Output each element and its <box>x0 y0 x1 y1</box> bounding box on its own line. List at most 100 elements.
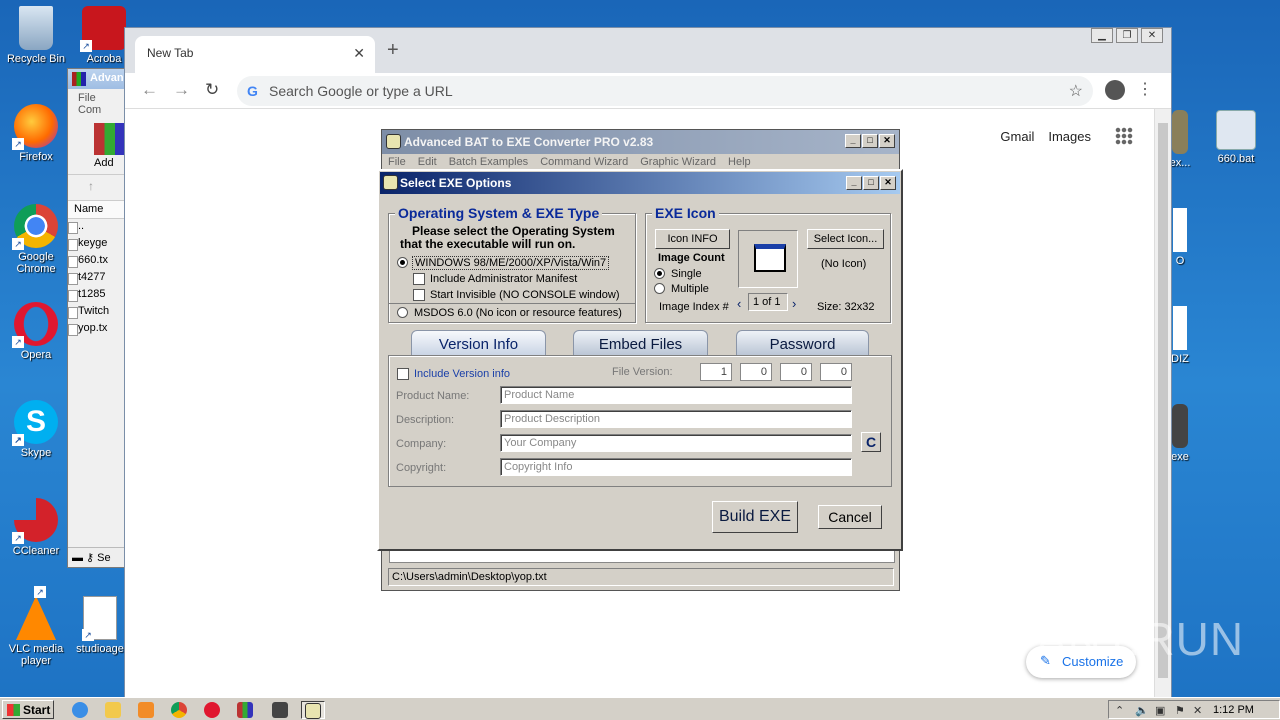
omnibox[interactable]: G Search Google or type a URL ☆ <box>237 76 1093 106</box>
single-radio[interactable] <box>654 268 665 279</box>
minimize-icon[interactable]: _ <box>846 176 862 190</box>
volume-icon[interactable]: 🔈 <box>1135 704 1149 717</box>
icon-info-button[interactable]: Icon INFO <box>655 229 730 249</box>
include-version-label[interactable]: Include Version info <box>414 368 510 380</box>
cancel-button[interactable]: Cancel <box>818 505 882 529</box>
menu-file[interactable]: File <box>388 156 406 170</box>
desktop-icon-ccleaner[interactable]: CCleaner <box>0 498 72 557</box>
description-field[interactable]: Product Description <box>500 410 852 428</box>
tab-password[interactable]: Password <box>736 330 869 356</box>
menu-help[interactable]: Help <box>728 156 751 170</box>
file-version-major[interactable]: 1 <box>700 363 732 381</box>
copyright-field[interactable]: Copyright Info <box>500 458 852 476</box>
maximize-icon[interactable]: □ <box>863 176 879 190</box>
windows-option-label[interactable]: WINDOWS 98/ME/2000/XP/Vista/Win7 <box>412 256 610 270</box>
taskbar-app[interactable] <box>268 701 292 719</box>
menu-batch-examples[interactable]: Batch Examples <box>449 156 528 170</box>
close-tab-icon[interactable]: ✕ <box>353 45 365 62</box>
taskbar-media[interactable] <box>134 701 158 719</box>
file-version-minor[interactable]: 0 <box>740 363 772 381</box>
taskbar-opera[interactable] <box>200 701 224 719</box>
desktop-icon-firefox[interactable]: Firefox <box>0 104 72 163</box>
desktop-icon-recycle-bin[interactable]: Recycle Bin <box>0 6 72 65</box>
company-field[interactable]: Your Company <box>500 434 852 452</box>
tray-expand-icon[interactable]: ⌃ <box>1115 704 1124 717</box>
multiple-radio[interactable] <box>654 283 665 294</box>
page-scrollbar[interactable] <box>1154 109 1171 697</box>
maximize-icon[interactable]: ❐ <box>1116 28 1138 43</box>
admin-manifest-checkbox[interactable] <box>413 273 425 285</box>
bookmark-star-icon[interactable]: ☆ <box>1069 81 1083 101</box>
back-icon[interactable]: ← <box>141 80 158 100</box>
start-invisible-label[interactable]: Start Invisible (NO CONSOLE window) <box>430 289 620 301</box>
list-item[interactable]: t4277 <box>68 270 124 287</box>
file-version-build[interactable]: 0 <box>780 363 812 381</box>
desktop-icon-vlc[interactable]: VLC media player <box>0 586 72 667</box>
gmail-link[interactable]: Gmail <box>1000 129 1034 144</box>
desktop-icon-opera[interactable]: Opera <box>0 302 72 361</box>
list-item[interactable]: t1285 <box>68 287 124 304</box>
new-tab-icon[interactable]: + <box>387 39 399 62</box>
desktop-icon-660-bat[interactable]: 660.bat <box>1200 110 1272 165</box>
tab-embed-files[interactable]: Embed Files <box>573 330 708 356</box>
msdos-option-label[interactable]: MSDOS 6.0 (No icon or resource features) <box>414 307 622 319</box>
close-icon[interactable]: ✕ <box>880 176 896 190</box>
copyright-symbol-button[interactable]: C <box>861 432 881 452</box>
menu-graphic-wizard[interactable]: Graphic Wizard <box>640 156 716 170</box>
product-name-field[interactable]: Product Name <box>500 386 852 404</box>
multiple-label[interactable]: Multiple <box>671 283 709 295</box>
account-icon[interactable] <box>1105 80 1125 100</box>
apps-grid-icon[interactable] <box>1115 127 1133 145</box>
msdos-radio[interactable] <box>397 307 408 318</box>
taskbar-ie[interactable] <box>68 701 92 719</box>
include-version-checkbox[interactable] <box>397 368 409 380</box>
menu-command-wizard[interactable]: Command Wizard <box>540 156 628 170</box>
file-version-revision[interactable]: 0 <box>820 363 852 381</box>
build-exe-button[interactable]: Build EXE <box>712 501 798 533</box>
tab-version-info[interactable]: Version Info <box>411 330 546 356</box>
desktop-icon-skype[interactable]: S Skype <box>0 400 72 459</box>
admin-manifest-label[interactable]: Include Administrator Manifest <box>430 273 577 285</box>
winrar-window[interactable]: Advan File Com Add ↑ Name .. keyge 660.t… <box>67 68 125 568</box>
menu-kebab-icon[interactable]: ⋮ <box>1137 79 1153 99</box>
single-label[interactable]: Single <box>671 268 702 280</box>
close-icon[interactable]: ✕ <box>1141 28 1163 43</box>
list-item[interactable]: Twitch <box>68 304 124 321</box>
clock[interactable]: 1:12 PM <box>1213 704 1254 716</box>
select-icon-button[interactable]: Select Icon... <box>807 229 884 249</box>
desktop-icon-studioage[interactable]: studioage <box>70 596 130 655</box>
tab-new-tab[interactable]: New Tab ✕ <box>135 36 375 73</box>
taskbar-chrome[interactable] <box>167 701 191 719</box>
reload-icon[interactable]: ↻ <box>205 80 219 100</box>
menu-file[interactable]: File <box>78 92 96 104</box>
taskbar-explorer[interactable] <box>101 701 125 719</box>
forward-icon[interactable]: → <box>173 80 190 100</box>
taskbar-winrar[interactable] <box>233 701 257 719</box>
menu-edit[interactable]: Edit <box>418 156 437 170</box>
taskbar-bat-converter[interactable] <box>301 701 325 719</box>
menu-commands[interactable]: Com <box>78 104 101 116</box>
column-header-name[interactable]: Name <box>68 201 124 219</box>
list-item[interactable]: 660.tx <box>68 253 124 270</box>
scrollbar-thumb[interactable] <box>1158 123 1168 678</box>
flag-icon[interactable]: ⚑ <box>1175 704 1185 717</box>
desktop-icon-chrome[interactable]: Google Chrome <box>0 204 72 275</box>
action-center-icon[interactable]: ✕ <box>1193 704 1202 717</box>
prev-index-icon[interactable]: ‹ <box>737 296 741 311</box>
start-invisible-checkbox[interactable] <box>413 289 425 301</box>
winrar-add-button[interactable]: Add <box>68 119 124 175</box>
minimize-icon[interactable]: ▁ <box>1091 28 1113 43</box>
next-index-icon[interactable]: › <box>792 296 796 311</box>
minimize-icon[interactable]: _ <box>845 134 861 148</box>
close-icon[interactable]: ✕ <box>879 134 895 148</box>
list-item[interactable]: keyge <box>68 236 124 253</box>
editor-bottom-edge[interactable] <box>389 549 895 563</box>
start-button[interactable]: Start <box>2 700 54 719</box>
windows-radio[interactable] <box>397 257 408 268</box>
list-item[interactable]: .. <box>68 219 124 236</box>
images-link[interactable]: Images <box>1048 129 1091 144</box>
list-item[interactable]: yop.tx <box>68 321 124 338</box>
up-arrow-icon[interactable]: ↑ <box>68 175 124 201</box>
maximize-icon[interactable]: □ <box>862 134 878 148</box>
network-icon[interactable]: ▣ <box>1155 704 1165 717</box>
